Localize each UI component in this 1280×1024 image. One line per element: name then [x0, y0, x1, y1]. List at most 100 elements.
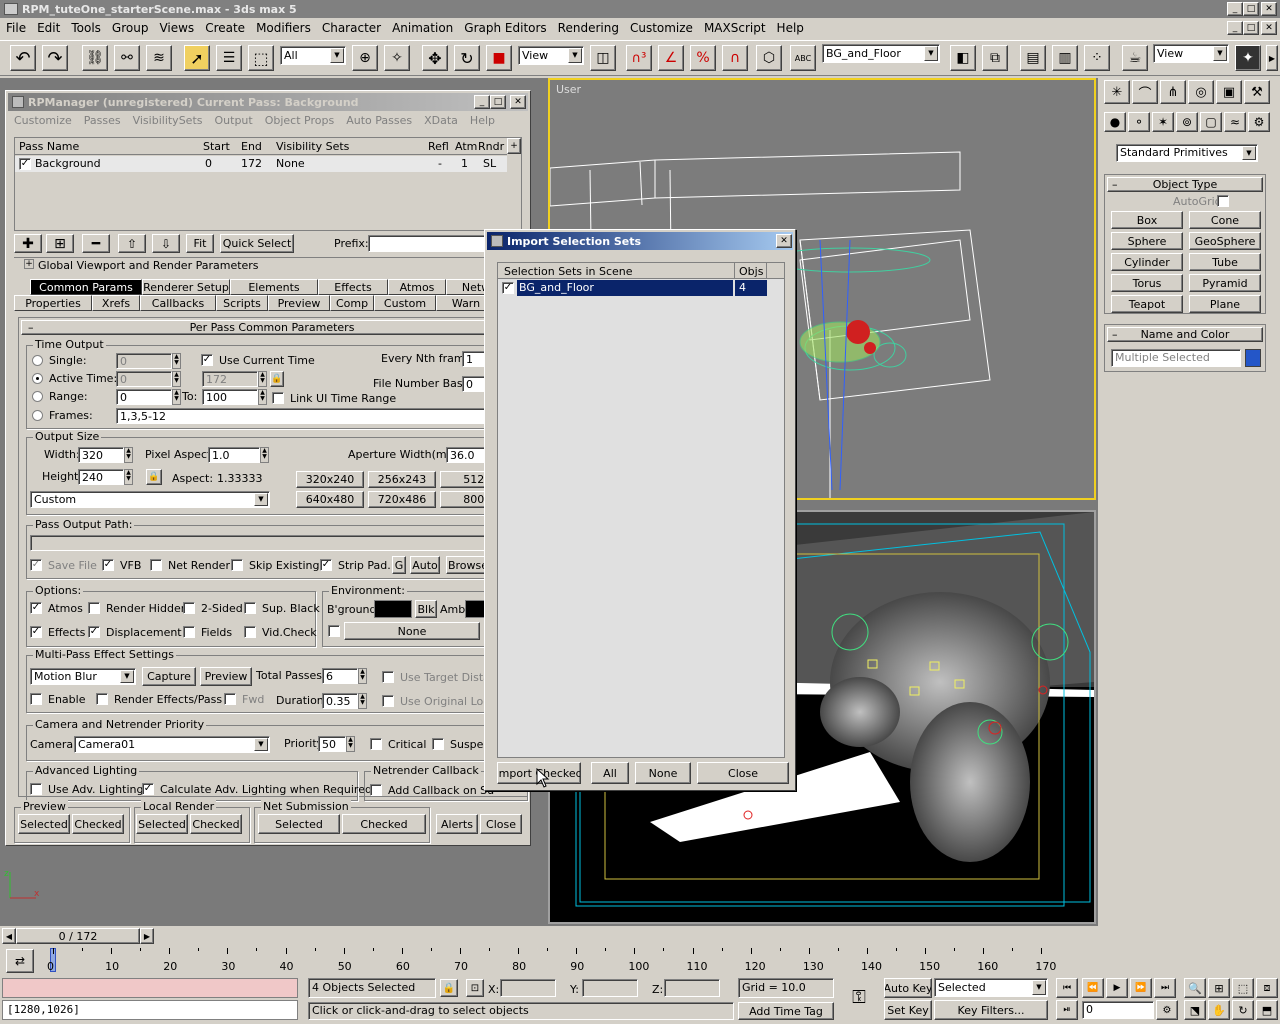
- size-640x480-button[interactable]: 640x480: [296, 491, 364, 508]
- rpm-menu-passes[interactable]: Passes: [84, 114, 121, 127]
- single-frame-input[interactable]: 0: [116, 353, 172, 369]
- sphere-button[interactable]: Sphere: [1111, 232, 1183, 250]
- vid-check-checkbox[interactable]: [244, 626, 256, 638]
- add-callback-checkbox[interactable]: [370, 784, 382, 796]
- scale-icon[interactable]: ■: [486, 45, 512, 71]
- menu-help[interactable]: Help: [777, 21, 804, 37]
- frames-radio[interactable]: [32, 410, 43, 421]
- cylinder-button[interactable]: Cylinder: [1111, 253, 1183, 271]
- size-720x486-button[interactable]: 720x486: [368, 491, 436, 508]
- camera-dropdown[interactable]: Camera01 ▼: [74, 736, 270, 753]
- select-by-name-icon[interactable]: ☰: [216, 45, 242, 71]
- cameras-icon[interactable]: ⊚: [1176, 112, 1198, 132]
- maxscript-mini-input[interactable]: [1280,1026]: [2, 1000, 298, 1020]
- rpm-maximize-button[interactable]: □: [490, 95, 506, 109]
- z-coord-input[interactable]: [664, 979, 720, 997]
- geosphere-button[interactable]: GeoSphere: [1189, 232, 1261, 250]
- plane-button[interactable]: Plane: [1189, 295, 1261, 313]
- tab-custom[interactable]: Custom: [374, 295, 436, 311]
- absolute-mode-icon[interactable]: ⊡: [466, 979, 484, 997]
- auto-key-button[interactable]: Auto Key: [884, 978, 932, 998]
- spinner-snap-icon[interactable]: ∩: [722, 45, 748, 71]
- zoom-extents-icon[interactable]: ⬚: [1232, 978, 1254, 998]
- local-checked-button[interactable]: Checked: [190, 814, 242, 834]
- preview-selected-button[interactable]: Selected: [18, 814, 70, 834]
- tab-xrefs[interactable]: Xrefs: [92, 295, 140, 311]
- time-prev-button[interactable]: ◀: [2, 928, 16, 944]
- duration-input[interactable]: 0.35: [322, 693, 358, 709]
- net-checked-button[interactable]: Checked: [342, 814, 426, 834]
- object-name-field[interactable]: Multiple Selected: [1111, 349, 1241, 367]
- atmos-checkbox[interactable]: ✓: [30, 602, 42, 614]
- region-zoom-icon[interactable]: ⬔: [1184, 1000, 1206, 1020]
- sup-black-checkbox[interactable]: [244, 602, 256, 614]
- teapot-button[interactable]: Teapot: [1111, 295, 1183, 313]
- play-icon[interactable]: ▶: [1106, 978, 1128, 998]
- link-ui-checkbox[interactable]: [272, 392, 284, 404]
- render-hidden-checkbox[interactable]: [88, 602, 100, 614]
- motion-tab-icon[interactable]: ◎: [1188, 80, 1214, 104]
- strip-pad-checkbox[interactable]: ✓: [320, 559, 332, 571]
- time-config-icon[interactable]: ⚙: [1156, 1000, 1178, 1020]
- col-selection-sets[interactable]: Selection Sets in Scene: [504, 265, 633, 278]
- bground-color-swatch[interactable]: [374, 600, 412, 618]
- selection-lock-icon[interactable]: 🔒: [440, 979, 458, 997]
- primitive-category-dropdown[interactable]: Standard Primitives ▼: [1116, 144, 1258, 162]
- abc-icon[interactable]: ABC: [790, 45, 816, 71]
- x-coord-input[interactable]: [500, 979, 556, 997]
- multipass-effect-dropdown[interactable]: Motion Blur ▼: [30, 668, 136, 685]
- menu-tools[interactable]: Tools: [71, 21, 101, 37]
- pass-row-background[interactable]: ✓ Background 0 172 None - 1 SL: [15, 156, 507, 172]
- active-from-spinner[interactable]: ▲ ▼: [172, 371, 181, 387]
- size-preset-dropdown[interactable]: Custom ▼: [30, 491, 270, 508]
- selection-filter-dropdown[interactable]: All ▼: [280, 46, 346, 65]
- modify-tab-icon[interactable]: ⌒: [1132, 80, 1158, 104]
- global-rollout[interactable]: + Global Viewport and Render Parameters: [14, 257, 522, 272]
- add-pass-icon[interactable]: ✚: [14, 234, 42, 253]
- set-key-mode-icon[interactable]: ⚿: [842, 982, 876, 1012]
- col-start[interactable]: Start: [203, 140, 230, 153]
- rpm-menu-help[interactable]: Help: [470, 114, 495, 127]
- range-to-input[interactable]: 100: [202, 389, 258, 405]
- pivot-center-icon[interactable]: ◫: [590, 45, 616, 71]
- blk-button[interactable]: Blk: [415, 600, 437, 618]
- arc-rotate-icon[interactable]: ↻: [1232, 1000, 1254, 1020]
- two-sided-checkbox[interactable]: [183, 602, 195, 614]
- render-type-dropdown[interactable]: View ▼: [1153, 44, 1229, 63]
- env-map-button[interactable]: None: [344, 622, 480, 640]
- name-color-rollout-header[interactable]: – Name and Color: [1107, 327, 1263, 342]
- preview-checked-button[interactable]: Checked: [72, 814, 124, 834]
- col-rndr[interactable]: Rndr: [478, 140, 504, 153]
- lock-icon[interactable]: 🔒: [270, 371, 284, 387]
- rpm-menu-auto-passes[interactable]: Auto Passes: [346, 114, 412, 127]
- time-next-button[interactable]: ▶: [140, 928, 154, 944]
- use-adv-lighting-checkbox[interactable]: [30, 783, 42, 795]
- redo-icon[interactable]: ↷: [42, 45, 68, 71]
- tube-button[interactable]: Tube: [1189, 253, 1261, 271]
- menu-close-button[interactable]: ✕: [1261, 21, 1277, 35]
- height-input[interactable]: 240: [78, 469, 124, 485]
- create-tab-icon[interactable]: ✳: [1104, 80, 1130, 104]
- selected-set-dropdown[interactable]: Selected ▼: [934, 978, 1048, 997]
- curve-editor-icon[interactable]: ▥: [1052, 45, 1078, 71]
- next-frame-icon[interactable]: ⏩: [1130, 978, 1152, 998]
- rpm-close-button[interactable]: ✕: [510, 95, 526, 109]
- single-spinner[interactable]: ▲ ▼: [172, 353, 181, 369]
- fwd-checkbox[interactable]: [224, 693, 236, 705]
- menu-graph-editors[interactable]: Graph Editors: [464, 21, 546, 37]
- quick-select-button[interactable]: Quick Select: [220, 234, 294, 253]
- copy-pass-icon[interactable]: ⊞: [46, 234, 74, 253]
- env-map-checkbox[interactable]: [328, 625, 340, 637]
- use-current-time-checkbox[interactable]: ✓: [201, 354, 213, 366]
- auto-button[interactable]: Auto: [410, 556, 440, 574]
- skip-existing-checkbox[interactable]: [231, 559, 243, 571]
- priority-input[interactable]: 50: [318, 736, 346, 752]
- menu-rendering[interactable]: Rendering: [558, 21, 619, 37]
- snap-toggle-icon[interactable]: ∩³: [626, 45, 652, 71]
- lights-icon[interactable]: ✶: [1152, 112, 1174, 132]
- pixel-aspect-spinner[interactable]: ▲ ▼: [260, 447, 269, 463]
- time-slider-thumb[interactable]: 0 / 172: [16, 928, 140, 944]
- current-frame-input[interactable]: 0: [1082, 1001, 1154, 1019]
- undo-icon[interactable]: ↶: [10, 45, 36, 71]
- display-tab-icon[interactable]: ▣: [1216, 80, 1242, 104]
